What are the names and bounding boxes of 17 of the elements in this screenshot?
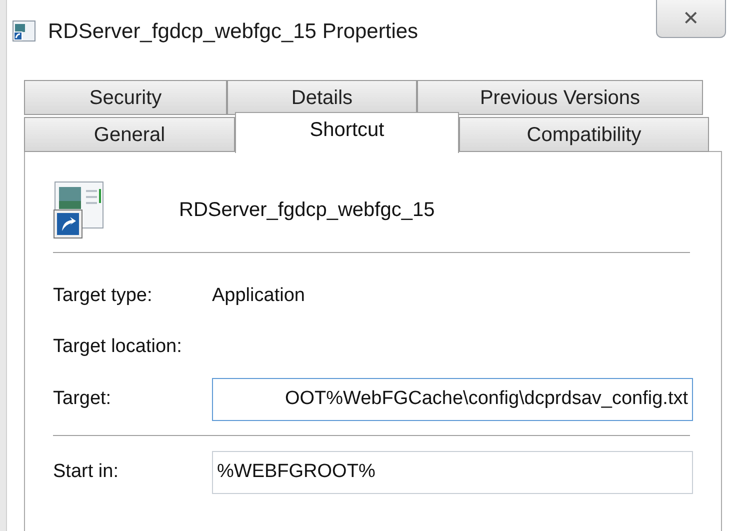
shortcut-name: RDServer_fgdcp_webfgc_15 [179,198,435,223]
field-label: Target type: [53,284,154,308]
text-field[interactable]: %WEBFGROOT% [212,450,693,494]
close-button[interactable]: ✕ [656,0,726,38]
tab[interactable]: General [24,117,235,152]
field-value: Application [212,284,305,308]
tab[interactable]: Compatibility [459,117,709,152]
text-field[interactable]: OOT%WebFGCache\config\dcprdsav_config.txt [212,378,693,420]
shortcut-app-icon [12,20,36,42]
tab[interactable]: Details [227,80,417,115]
field-label: Target: [53,386,112,411]
field-label: Target location: [53,335,183,360]
tab[interactable]: Shortcut [235,112,459,153]
tab[interactable]: Security [24,80,227,115]
window-title: RDServer_fgdcp_webfgc_15 Properties [48,19,418,45]
field-label: Start in: [53,460,120,484]
tab[interactable]: Previous Versions [417,80,703,115]
